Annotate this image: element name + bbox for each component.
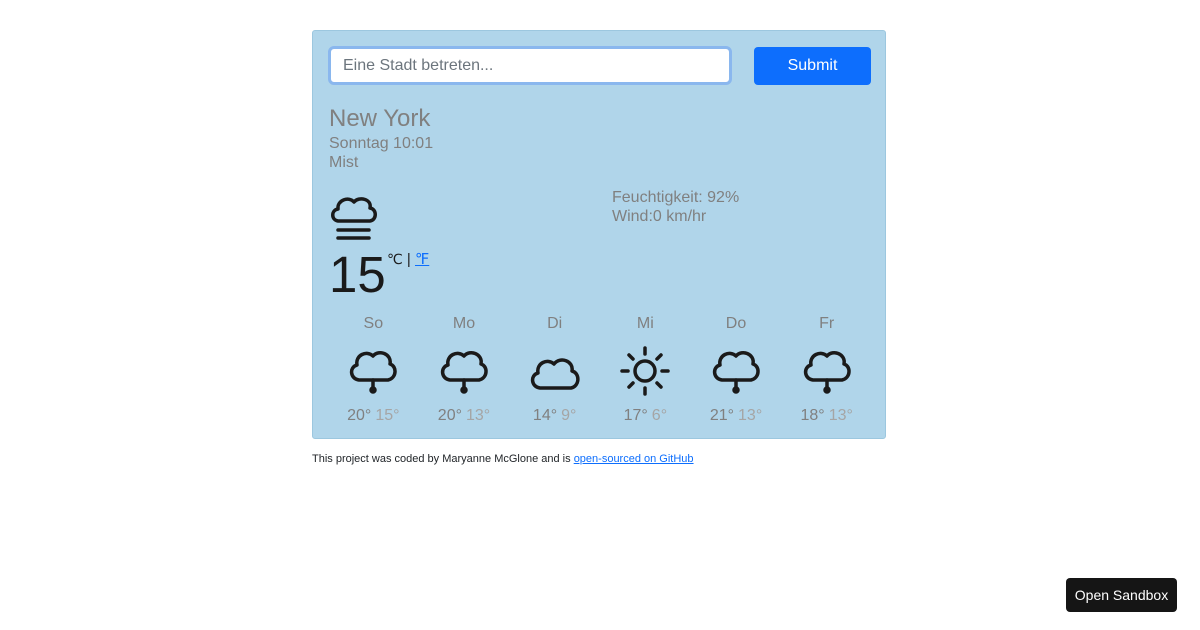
github-link[interactable]: open-sourced on GitHub: [574, 453, 694, 465]
forecast-max-temp: 14°: [532, 407, 558, 424]
open-sandbox-button[interactable]: Open Sandbox: [1066, 578, 1177, 612]
forecast-min-temp: 13°: [738, 407, 763, 424]
forecast: So 20° 15° Mo 20° 13° Di 14° 9° Mi 17° 6…: [328, 314, 872, 424]
forecast-min-temp: 13°: [466, 407, 491, 424]
cloud-icon: [530, 358, 580, 390]
forecast-day-name: Mi: [636, 315, 654, 332]
search-input[interactable]: [328, 46, 732, 85]
wind: Wind:0 km/hr: [612, 208, 707, 225]
forecast-min-temp: 13°: [828, 407, 853, 424]
forecast-day-name: So: [363, 315, 384, 332]
forecast-day: Mi 17° 6°: [600, 314, 691, 424]
forecast-min-temp: 6°: [651, 407, 668, 424]
celsius-label: ℃: [387, 251, 403, 267]
weather-condition: Mist: [329, 154, 359, 171]
forecast-min-temp: 15°: [375, 407, 400, 424]
forecast-day: Do 21° 13°: [691, 314, 782, 424]
footer-text: This project was coded by Maryanne McGlo…: [312, 453, 574, 465]
forecast-max-temp: 20°: [437, 407, 462, 424]
rain-icon: [712, 351, 760, 394]
rain-icon: [440, 351, 488, 394]
rain-icon: [350, 351, 398, 394]
submit-button[interactable]: Submit: [754, 47, 871, 85]
rain-icon: [803, 351, 851, 394]
unit-switch: ℃ | ℉: [387, 250, 429, 268]
forecast-day-name: Do: [725, 315, 747, 332]
forecast-max-temp: 17°: [623, 407, 648, 424]
humidity: Feuchtigkeit: 92%: [612, 189, 740, 206]
forecast-day: So 20° 15°: [328, 314, 419, 424]
current-temperature: 15: [329, 246, 386, 303]
mist-icon: [331, 197, 377, 240]
forecast-max-temp: 21°: [709, 407, 735, 424]
forecast-day-name: Fr: [819, 315, 835, 332]
sun-icon: [620, 346, 671, 396]
forecast-day: Di 14° 9°: [509, 314, 600, 424]
forecast-day-name: Di: [547, 315, 563, 332]
forecast-max-temp: 20°: [347, 407, 372, 424]
unit-separator: |: [406, 251, 411, 268]
date-time: Sonntag 10:01: [329, 135, 434, 152]
forecast-day-name: Mo: [452, 315, 476, 332]
fahrenheit-link[interactable]: ℉: [415, 251, 429, 268]
forecast-day: Mo 20° 13°: [419, 314, 510, 424]
forecast-day: Fr 18° 13°: [781, 314, 872, 424]
city-name: New York: [329, 105, 431, 132]
forecast-max-temp: 18°: [800, 407, 825, 424]
footer: This project was coded by Maryanne McGlo…: [312, 453, 694, 465]
weather-card: Submit New York Sonntag 10:01 Mist 15 ℃ …: [312, 30, 886, 439]
forecast-min-temp: 9°: [561, 407, 577, 424]
